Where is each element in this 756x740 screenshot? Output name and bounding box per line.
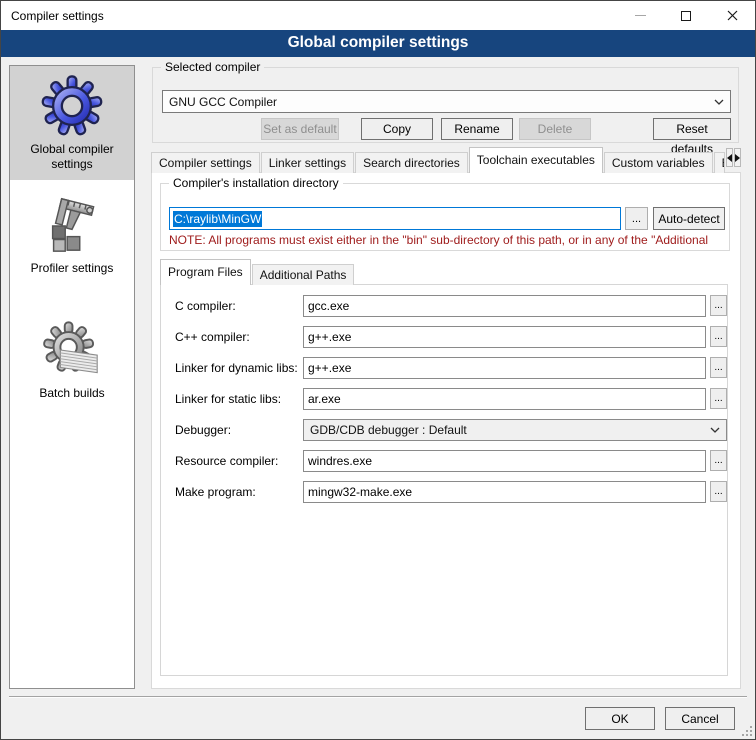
title-bar: Compiler settings [1, 1, 755, 30]
page-title: Global compiler settings [1, 30, 755, 57]
field-label: Make program: [175, 485, 303, 499]
delete-button[interactable]: Delete [519, 118, 591, 140]
compiler-settings-dialog: Compiler settings Global compiler settin… [0, 0, 756, 740]
main-panel: Selected compiler GNU GCC Compiler Set a… [150, 58, 741, 698]
sidebar-item-label: Batch builds [39, 386, 104, 401]
cpp-compiler-input[interactable] [303, 326, 706, 348]
field-row-cpp-compiler: C++ compiler: ... [175, 325, 727, 348]
tab-additional-paths[interactable]: Additional Paths [252, 264, 355, 285]
static-libs-linker-input[interactable] [303, 388, 706, 410]
close-button[interactable] [709, 1, 755, 30]
field-label: Debugger: [175, 423, 303, 437]
sidebar-item-label: Global compiler settings [13, 142, 131, 172]
programs-notebook: Program Files Additional Paths C compile… [160, 259, 728, 676]
settings-category-list: Global compiler settings [9, 65, 135, 689]
window-controls [617, 1, 755, 30]
maximize-icon [681, 11, 691, 21]
compiler-select[interactable]: GNU GCC Compiler [162, 90, 731, 113]
tab-program-files[interactable]: Program Files [160, 259, 251, 285]
set-as-default-button[interactable]: Set as default [261, 118, 339, 140]
copy-button[interactable]: Copy [361, 118, 433, 140]
chevron-down-icon [714, 99, 724, 105]
field-label: Linker for static libs: [175, 392, 303, 406]
field-row-static-linker: Linker for static libs: ... [175, 387, 727, 410]
resource-compiler-input[interactable] [303, 450, 706, 472]
dynamic-libs-linker-browse-button[interactable]: ... [710, 357, 727, 378]
sub-tab-strip: Program Files Additional Paths [160, 259, 728, 285]
gray-gear-papers-icon [41, 319, 103, 381]
footer-separator [9, 696, 747, 698]
resource-compiler-browse-button[interactable]: ... [710, 450, 727, 471]
field-row-debugger: Debugger: GDB/CDB debugger : Default [175, 418, 727, 441]
tab-linker-settings[interactable]: Linker settings [261, 152, 354, 173]
group-label: Selected compiler [161, 60, 264, 74]
window-title: Compiler settings [1, 9, 104, 23]
compiler-buttons: Set as default Copy Rename Delete Reset … [162, 118, 731, 140]
c-compiler-input[interactable] [303, 295, 706, 317]
blue-gear-icon [41, 75, 103, 137]
tab-compiler-settings[interactable]: Compiler settings [151, 152, 260, 173]
reset-defaults-button[interactable]: Reset defaults [653, 118, 731, 140]
close-icon [727, 10, 738, 21]
sidebar-item-label: Profiler settings [31, 261, 114, 276]
tab-strip: Compiler settings Linker settings Search… [151, 147, 741, 173]
field-row-make-program: Make program: ... [175, 480, 727, 503]
settings-notebook: Compiler settings Linker settings Search… [151, 147, 741, 689]
static-libs-linker-browse-button[interactable]: ... [710, 388, 727, 409]
selected-text: C:\raylib\MinGW [173, 211, 262, 227]
auto-detect-button[interactable]: Auto-detect [653, 207, 725, 230]
arrow-right-icon [735, 154, 744, 162]
sidebar-item-global-compiler-settings[interactable]: Global compiler settings [10, 66, 134, 180]
installation-note: NOTE: All programs must exist either in … [169, 233, 727, 247]
maximize-button[interactable] [663, 1, 709, 30]
field-row-dynamic-linker: Linker for dynamic libs: ... [175, 356, 727, 379]
tab-scroll-right-button[interactable] [734, 148, 741, 167]
sidebar-item-profiler-settings[interactable]: Profiler settings [10, 185, 134, 284]
toolchain-executables-page: Compiler's installation directory C:\ray… [151, 172, 741, 689]
minimize-icon [635, 15, 646, 16]
selected-compiler-group: Selected compiler GNU GCC Compiler Set a… [152, 67, 739, 143]
field-label: C compiler: [175, 299, 303, 313]
dynamic-libs-linker-input[interactable] [303, 357, 706, 379]
field-label: Linker for dynamic libs: [175, 361, 303, 375]
tab-search-directories[interactable]: Search directories [355, 152, 468, 173]
cancel-button[interactable]: Cancel [665, 707, 735, 730]
chevron-down-icon [710, 427, 720, 433]
resize-grip[interactable] [741, 725, 753, 737]
field-row-resource-compiler: Resource compiler: ... [175, 449, 727, 472]
minimize-button[interactable] [617, 1, 663, 30]
installation-directory-input[interactable]: C:\raylib\MinGW [169, 207, 621, 230]
dialog-footer: OK Cancel [1, 696, 755, 739]
debugger-select-value: GDB/CDB debugger : Default [310, 423, 467, 437]
caliper-icon [41, 194, 103, 256]
field-label: C++ compiler: [175, 330, 303, 344]
rename-button[interactable]: Rename [441, 118, 513, 140]
c-compiler-browse-button[interactable]: ... [710, 295, 727, 316]
sidebar-item-batch-builds[interactable]: Batch builds [10, 310, 134, 409]
tab-scroll-left-button[interactable] [726, 148, 733, 167]
footer-buttons: OK Cancel [585, 707, 735, 730]
group-label: Compiler's installation directory [169, 176, 343, 190]
installation-directory-browse-button[interactable]: ... [625, 207, 648, 230]
program-files-page: C compiler: ... C++ compiler: ... Linker… [160, 284, 728, 676]
make-program-input[interactable] [303, 481, 706, 503]
installation-directory-group: Compiler's installation directory C:\ray… [160, 183, 730, 251]
field-label: Resource compiler: [175, 454, 303, 468]
ok-button[interactable]: OK [585, 707, 655, 730]
cpp-compiler-browse-button[interactable]: ... [710, 326, 727, 347]
tab-custom-variables[interactable]: Custom variables [604, 152, 713, 173]
field-row-c-compiler: C compiler: ... [175, 294, 727, 317]
make-program-browse-button[interactable]: ... [710, 481, 727, 502]
debugger-select[interactable]: GDB/CDB debugger : Default [303, 419, 727, 441]
arrow-left-icon [723, 154, 732, 162]
tab-toolchain-executables[interactable]: Toolchain executables [469, 147, 603, 173]
installation-directory-row: C:\raylib\MinGW ... Auto-detect [169, 207, 725, 230]
compiler-select-value: GNU GCC Compiler [169, 95, 277, 109]
